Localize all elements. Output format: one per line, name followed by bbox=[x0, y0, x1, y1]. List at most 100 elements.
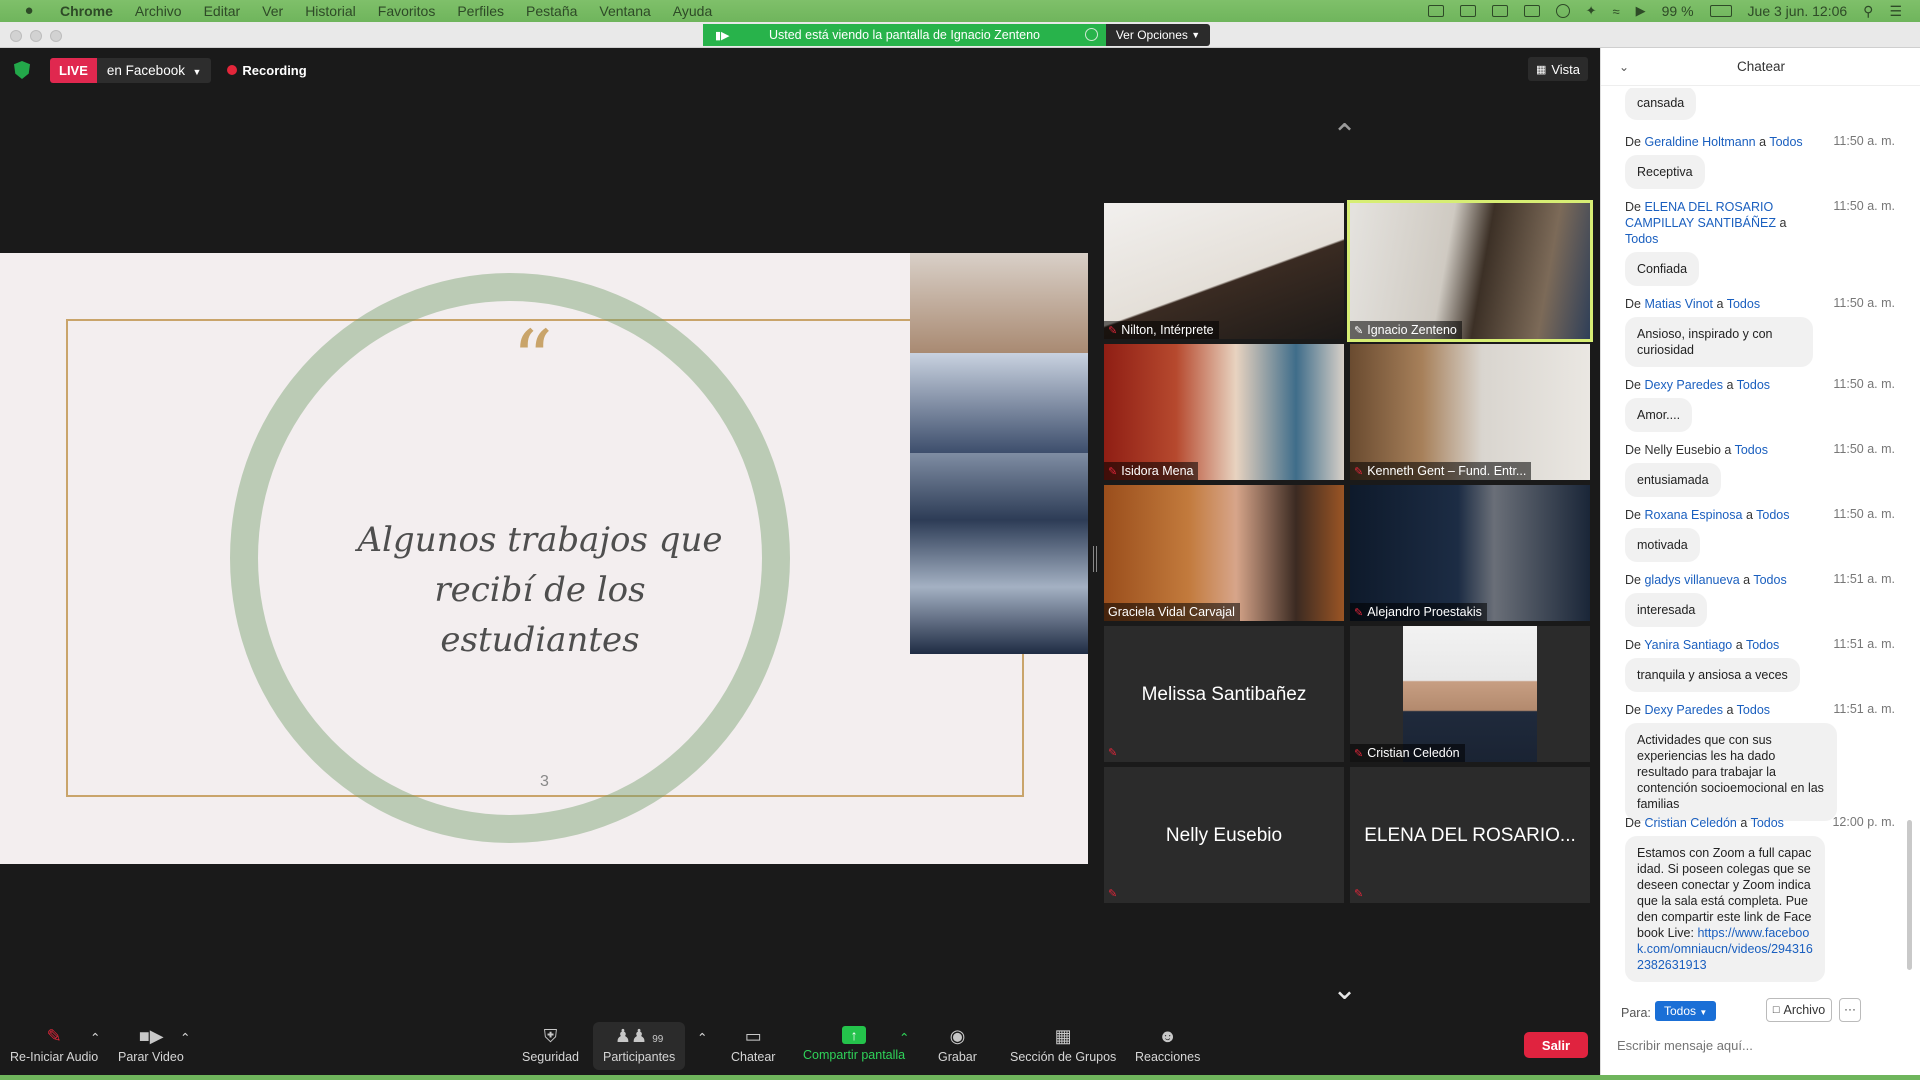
chat-message-list[interactable]: cansada De Geraldine Holtmann a Todos 11… bbox=[1601, 88, 1907, 1028]
from-prefix: De bbox=[1625, 638, 1641, 652]
chat-scrollbar[interactable] bbox=[1907, 820, 1912, 970]
volume-icon[interactable]: ▶ bbox=[1636, 3, 1646, 19]
reactions-button[interactable]: ☻ Reacciones bbox=[1135, 1026, 1200, 1064]
participant-tile[interactable]: Melissa Santibañez ✎ bbox=[1104, 626, 1344, 762]
chat-message: De Nelly Eusebio a Todos 11:50 a. m. ent… bbox=[1625, 442, 1895, 497]
gallery-scroll-up-icon[interactable]: ⌃ bbox=[1332, 118, 1357, 153]
chat-button[interactable]: ▭ Chatear bbox=[731, 1026, 775, 1064]
menu-historial[interactable]: Historial bbox=[305, 3, 356, 19]
share-screen-button[interactable]: ↑ Compartir pantalla bbox=[803, 1026, 905, 1062]
message-sender[interactable]: Roxana Espinosa bbox=[1644, 508, 1742, 522]
live-platform-dropdown[interactable]: en Facebook ▼ bbox=[96, 57, 212, 83]
message-sender[interactable]: gladys villanueva bbox=[1644, 573, 1739, 587]
unmute-audio-button[interactable]: ✎ Re-Iniciar Audio bbox=[10, 1026, 98, 1064]
airplay-icon[interactable] bbox=[1523, 5, 1540, 17]
menu-favoritos[interactable]: Favoritos bbox=[378, 3, 436, 19]
message-time: 11:50 a. m. bbox=[1833, 377, 1895, 391]
message-recipient[interactable]: Todos bbox=[1737, 703, 1770, 717]
recipient-dropdown[interactable]: Todos ▼ bbox=[1655, 1001, 1717, 1021]
audio-options-caret-icon[interactable]: ⌃ bbox=[90, 1030, 100, 1045]
message-recipient[interactable]: Todos bbox=[1746, 638, 1779, 652]
maximize-window-button[interactable] bbox=[50, 30, 62, 42]
message-recipient[interactable]: Todos bbox=[1735, 443, 1768, 457]
participants-button[interactable]: ♟♟ 99 Participantes bbox=[593, 1022, 686, 1070]
participant-tile-active-speaker[interactable]: ✎ Ignacio Zenteno bbox=[1347, 200, 1593, 342]
menu-editar[interactable]: Editar bbox=[204, 3, 241, 19]
message-recipient[interactable]: Todos bbox=[1751, 816, 1784, 830]
menu-archivo[interactable]: Archivo bbox=[135, 3, 182, 19]
menu-perfiles[interactable]: Perfiles bbox=[457, 3, 504, 19]
security-label: Seguridad bbox=[522, 1050, 579, 1064]
message-sender[interactable]: Cristian Celedón bbox=[1644, 816, 1736, 830]
participant-tile[interactable]: ✎ Kenneth Gent – Fund. Entr... bbox=[1350, 344, 1590, 480]
breakout-rooms-button[interactable]: ▦ Sección de Grupos bbox=[1010, 1026, 1116, 1064]
participant-tile[interactable]: ✎ Isidora Mena bbox=[1104, 344, 1344, 480]
message-recipient[interactable]: Todos bbox=[1753, 573, 1786, 587]
message-sender[interactable]: Yanira Santiago bbox=[1644, 638, 1732, 652]
control-center-icon[interactable]: ☰ bbox=[1889, 3, 1902, 20]
bluetooth-icon[interactable]: ✦ bbox=[1586, 3, 1597, 19]
message-sender[interactable]: Dexy Paredes bbox=[1644, 378, 1723, 392]
live-badge[interactable]: LIVE bbox=[50, 57, 97, 83]
view-options-button[interactable]: Ver Opciones ▼ bbox=[1106, 24, 1210, 46]
to-prefix: a bbox=[1726, 703, 1734, 717]
participant-tile[interactable]: ✎ Alejandro Proestakis bbox=[1350, 485, 1590, 621]
message-recipient[interactable]: Todos bbox=[1737, 378, 1770, 392]
drive-icon[interactable] bbox=[1491, 5, 1508, 17]
message-sender[interactable]: Geraldine Holtmann bbox=[1644, 135, 1755, 149]
share-options-caret-icon[interactable]: ⌃ bbox=[899, 1030, 909, 1045]
from-prefix: De bbox=[1625, 135, 1641, 149]
search-icon[interactable]: ⚲ bbox=[1863, 3, 1873, 20]
record-button[interactable]: ◉ Grabar bbox=[938, 1026, 977, 1064]
message-recipient[interactable]: Todos bbox=[1727, 297, 1760, 311]
presenter-video bbox=[910, 253, 1088, 353]
participant-tile[interactable]: Graciela Vidal Carvajal bbox=[1104, 485, 1344, 621]
battery-icon[interactable] bbox=[1709, 5, 1732, 17]
menu-ayuda[interactable]: Ayuda bbox=[673, 3, 712, 19]
video-options-caret-icon[interactable]: ⌃ bbox=[180, 1030, 190, 1045]
security-shield-icon: ⛨ bbox=[543, 1026, 558, 1046]
participant-video bbox=[1350, 344, 1590, 480]
file-button[interactable]: □ Archivo bbox=[1766, 998, 1832, 1022]
split-resize-handle[interactable] bbox=[1093, 546, 1097, 572]
message-recipient[interactable]: Todos bbox=[1625, 232, 1658, 246]
message-sender[interactable]: Matias Vinot bbox=[1644, 297, 1713, 311]
gallery-scroll-down-icon[interactable]: ⌄ bbox=[1332, 972, 1357, 1007]
zoom-status-icon[interactable] bbox=[1427, 5, 1444, 17]
close-window-button[interactable] bbox=[10, 30, 22, 42]
message-time: 11:50 a. m. bbox=[1833, 134, 1895, 148]
participants-caret-icon[interactable]: ⌃ bbox=[697, 1030, 707, 1045]
chat-message-input[interactable] bbox=[1617, 1038, 1907, 1053]
stop-video-button[interactable]: ■▶ Parar Video bbox=[118, 1026, 184, 1064]
participant-tile[interactable]: ✎ Nilton, Intérprete bbox=[1104, 203, 1344, 339]
breakout-label: Sección de Grupos bbox=[1010, 1050, 1117, 1064]
message-sender[interactable]: Nelly Eusebio bbox=[1644, 443, 1720, 457]
menu-ventana[interactable]: Ventana bbox=[599, 3, 650, 19]
encryption-shield-icon[interactable] bbox=[14, 61, 30, 79]
muted-mic-icon: ✎ bbox=[1108, 325, 1118, 337]
minimize-window-button[interactable] bbox=[30, 30, 42, 42]
clock[interactable]: Jue 3 jun. 12:06 bbox=[1748, 3, 1848, 19]
from-prefix: De bbox=[1625, 297, 1641, 311]
recording-indicator[interactable]: Recording bbox=[227, 63, 307, 78]
time-machine-icon[interactable] bbox=[1555, 4, 1570, 18]
wifi-icon[interactable]: ≈ bbox=[1612, 4, 1619, 19]
view-button[interactable]: ▦ Vista bbox=[1528, 57, 1588, 81]
message-sender[interactable]: Dexy Paredes bbox=[1644, 703, 1723, 717]
participant-tile[interactable]: ELENA DEL ROSARIO... ✎ bbox=[1350, 767, 1590, 903]
message-sender[interactable]: ELENA DEL ROSARIO CAMPILLAY SANTIBÁÑEZ bbox=[1625, 200, 1776, 230]
message-recipient[interactable]: Todos bbox=[1769, 135, 1802, 149]
participant-tile[interactable]: Nelly Eusebio ✎ bbox=[1104, 767, 1344, 903]
security-button[interactable]: ⛨ Seguridad bbox=[522, 1026, 579, 1064]
participant-tile[interactable]: ✎ Cristian Celedón bbox=[1350, 626, 1590, 762]
more-options-button[interactable]: ··· bbox=[1839, 998, 1861, 1022]
apple-icon[interactable]: ● bbox=[20, 3, 38, 19]
participant-name: Melissa Santibañez bbox=[1141, 684, 1307, 705]
menu-pestana[interactable]: Pestaña bbox=[526, 3, 577, 19]
message-recipient[interactable]: Todos bbox=[1756, 508, 1789, 522]
menu-chrome[interactable]: Chrome bbox=[60, 3, 113, 19]
leave-meeting-button[interactable]: Salir bbox=[1524, 1032, 1588, 1058]
chevron-down-icon[interactable]: ⌄ bbox=[1619, 60, 1629, 74]
menu-ver[interactable]: Ver bbox=[262, 3, 283, 19]
tools-icon[interactable] bbox=[1459, 5, 1476, 17]
